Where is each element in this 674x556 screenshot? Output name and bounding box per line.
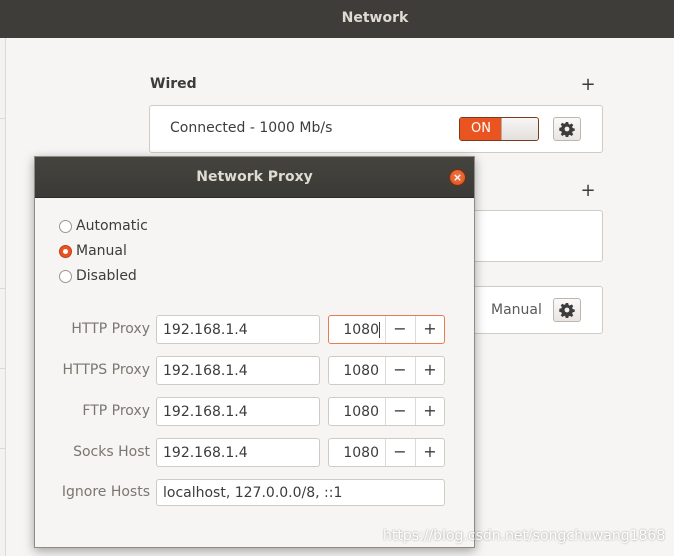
radio-label: Disabled xyxy=(76,268,137,284)
network-proxy-dialog: Network Proxy × Automatic Manual Disable… xyxy=(34,156,475,548)
dialog-title: Network Proxy xyxy=(196,169,313,185)
decrement-button[interactable]: − xyxy=(385,439,414,466)
http-proxy-port-stepper[interactable]: 1080 − + xyxy=(328,315,445,344)
sidebar-divider xyxy=(0,368,6,369)
sidebar-edge[interactable] xyxy=(0,38,6,556)
switch-knob xyxy=(501,118,538,140)
radio-button[interactable] xyxy=(59,219,72,233)
radio-manual[interactable]: Manual xyxy=(59,242,127,260)
wired-connection-card: Connected - 1000 Mb/s ON xyxy=(149,105,603,153)
https-proxy-host-input[interactable]: 192.168.1.4 xyxy=(156,356,320,385)
network-proxy-card[interactable]: Manual xyxy=(470,286,603,334)
wired-settings-button[interactable] xyxy=(553,117,581,141)
window-title: Network xyxy=(341,10,409,26)
increment-button[interactable]: + xyxy=(415,439,444,466)
increment-button[interactable]: + xyxy=(415,398,444,425)
window-titlebar: Network xyxy=(0,0,674,38)
dialog-header: Network Proxy × xyxy=(35,157,474,198)
socks-host-label: Socks Host xyxy=(73,444,150,460)
add-connection-button[interactable]: + xyxy=(580,182,596,200)
close-icon[interactable]: × xyxy=(449,169,466,186)
port-value[interactable]: 1080 xyxy=(329,404,379,420)
radio-button[interactable] xyxy=(59,269,72,283)
port-value[interactable]: 1080 xyxy=(329,322,379,338)
sidebar-divider xyxy=(0,448,6,449)
increment-button[interactable]: + xyxy=(415,357,444,384)
radio-disabled[interactable]: Disabled xyxy=(59,267,137,285)
gear-icon xyxy=(559,122,575,137)
wired-toggle-switch[interactable]: ON xyxy=(459,117,539,141)
sidebar-divider xyxy=(0,288,6,289)
proxy-mode-label: Manual xyxy=(491,302,542,318)
http-proxy-label: HTTP Proxy xyxy=(71,321,150,337)
text-caret xyxy=(379,322,380,338)
decrement-button[interactable]: − xyxy=(385,316,414,343)
http-proxy-host-input[interactable]: 192.168.1.4 xyxy=(156,315,320,344)
radio-label: Automatic xyxy=(76,218,148,234)
port-value[interactable]: 1080 xyxy=(329,445,379,461)
switch-on-label: ON xyxy=(460,118,502,140)
ftp-proxy-host-input[interactable]: 192.168.1.4 xyxy=(156,397,320,426)
add-wired-button[interactable]: + xyxy=(580,76,596,94)
port-value[interactable]: 1080 xyxy=(329,363,379,379)
radio-automatic[interactable]: Automatic xyxy=(59,217,148,235)
radio-button-checked[interactable] xyxy=(59,244,72,258)
ignore-hosts-input[interactable]: localhost, 127.0.0.0/8, ::1 xyxy=(156,479,445,506)
ftp-proxy-label: FTP Proxy xyxy=(82,403,150,419)
decrement-button[interactable]: − xyxy=(385,357,414,384)
ignore-hosts-label: Ignore Hosts xyxy=(61,484,150,500)
decrement-button[interactable]: − xyxy=(385,398,414,425)
watermark-text: https://blog.csdn.net/songchuwang1868 xyxy=(383,528,666,544)
vpn-card xyxy=(470,210,603,262)
wired-section-title: Wired xyxy=(150,76,197,92)
socks-host-input[interactable]: 192.168.1.4 xyxy=(156,438,320,467)
increment-button[interactable]: + xyxy=(415,316,444,343)
socks-port-stepper[interactable]: 1080 − + xyxy=(328,438,445,467)
https-proxy-port-stepper[interactable]: 1080 − + xyxy=(328,356,445,385)
proxy-settings-button[interactable] xyxy=(553,298,581,322)
https-proxy-label: HTTPS Proxy xyxy=(62,362,150,378)
ftp-proxy-port-stepper[interactable]: 1080 − + xyxy=(328,397,445,426)
gear-icon xyxy=(559,303,575,318)
wired-status-label: Connected - 1000 Mb/s xyxy=(170,120,333,136)
sidebar-divider xyxy=(0,118,6,119)
radio-label: Manual xyxy=(76,243,127,259)
